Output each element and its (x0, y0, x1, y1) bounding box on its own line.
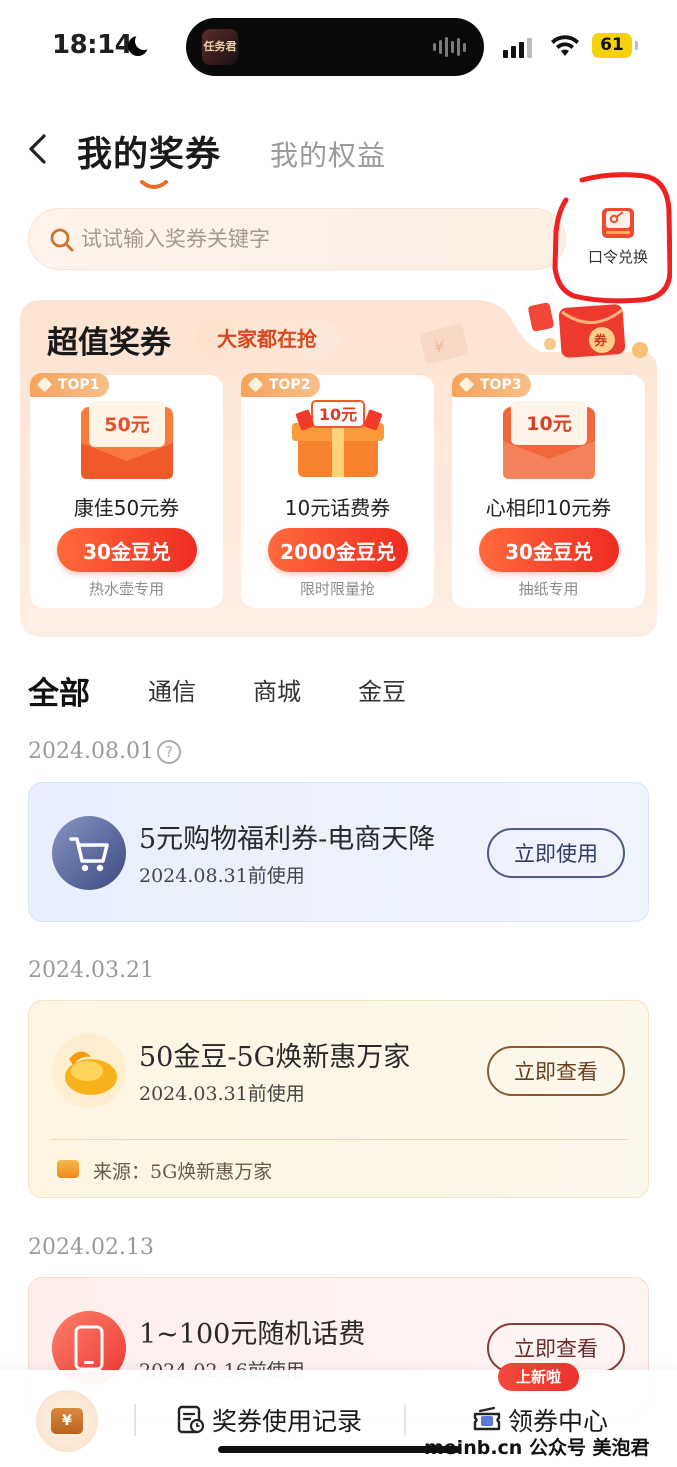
coupon-item[interactable]: 50金豆-5G焕新惠万家 2024.03.31前使用 立即查看 来源：5G焕新惠… (28, 1000, 649, 1198)
exchange-button[interactable]: 30金豆兑 (57, 528, 197, 572)
coupon-title: 1~100元随机话费 (139, 1319, 366, 1350)
exchange-button[interactable]: 30金豆兑 (479, 528, 619, 572)
divider (51, 1139, 628, 1140)
gold-bean-icon (52, 1034, 126, 1108)
exchange-button[interactable]: 2000金豆兑 (268, 528, 408, 572)
usage-history-button[interactable]: 奖券使用记录 (176, 1400, 362, 1440)
svg-text:券: 券 (593, 333, 608, 349)
shopping-cart-icon (52, 816, 126, 890)
battery-indicator: 61 (592, 33, 638, 58)
view-now-button[interactable]: 立即查看 (487, 1046, 625, 1096)
back-icon[interactable] (26, 133, 50, 165)
wallet-button[interactable]: ¥ (36, 1390, 98, 1452)
svg-text:50元: 50元 (104, 414, 149, 436)
coupon-center-icon (473, 1406, 501, 1431)
coupon-title: 5元购物福利券-电商天降 (139, 824, 436, 855)
filter-telecom[interactable]: 通信 (148, 672, 196, 707)
use-now-button[interactable]: 立即使用 (487, 828, 625, 878)
coupon-source: 来源：5G焕新惠万家 (93, 1161, 273, 1183)
tab-my-benefits[interactable]: 我的权益 (270, 134, 386, 174)
help-icon[interactable]: ? (157, 740, 181, 764)
coupon-envelope-icon: 50元 (81, 401, 173, 479)
coupon-card-top3[interactable]: TOP3 10元 心相印10元券 30金豆兑 抽纸专用 (452, 373, 645, 608)
annotation-circle (552, 172, 672, 304)
source-icon (57, 1160, 79, 1178)
svg-text:10元: 10元 (526, 413, 571, 435)
filter-mall[interactable]: 商城 (253, 672, 301, 707)
usage-history-label: 奖券使用记录 (212, 1407, 363, 1436)
coupon-date: 2024.08.01 (28, 739, 154, 764)
rank-tag: TOP3 (452, 373, 532, 397)
svg-text:10元: 10元 (319, 405, 357, 424)
dynamic-island: 任务君 (186, 18, 484, 76)
super-coupons-panel: ¥ 超值奖券 大家都在抢 券 TOP1 50元 康佳50元券 30金豆兑 热水壶… (20, 300, 657, 637)
coupon-date: 2024.03.21 (28, 958, 154, 983)
divider (404, 1404, 406, 1436)
filter-all[interactable]: 全部 (28, 668, 90, 713)
panel-badge: 大家都在抢 (195, 320, 339, 358)
wifi-icon (551, 35, 579, 56)
status-bar: 18:14 任务君 61 (0, 0, 677, 95)
moon-icon (128, 32, 153, 56)
panel-title: 超值奖券 (47, 325, 171, 361)
wallet-icon: ¥ (51, 1408, 83, 1434)
coupon-card-top2[interactable]: TOP2 10元 10元话费券 2000金豆兑 限时限量抢 (241, 373, 434, 608)
tab-active-indicator (140, 180, 168, 189)
app-thumbnail: 任务君 (202, 29, 238, 65)
coupon-card-note: 抽纸专用 (518, 580, 579, 598)
record-icon (177, 1405, 205, 1434)
rank-tag: TOP1 (30, 373, 110, 397)
coupon-card-name: 康佳50元券 (73, 496, 180, 520)
coupon-card-top1[interactable]: TOP1 50元 康佳50元券 30金豆兑 热水壶专用 (30, 373, 223, 608)
svg-text:¥: ¥ (434, 337, 444, 356)
filter-gold-beans[interactable]: 金豆 (358, 672, 406, 707)
coupon-expiry: 2024.03.31前使用 (139, 1083, 305, 1105)
cellular-signal-icon (503, 38, 532, 58)
search-input[interactable] (81, 209, 541, 269)
coupon-card-name: 10元话费券 (284, 496, 391, 520)
coupon-envelope-icon: 10元 (503, 401, 595, 479)
status-time: 18:14 (52, 30, 133, 60)
coupon-item[interactable]: 5元购物福利券-电商天降 2024.08.31前使用 立即使用 (28, 782, 649, 922)
watermark: meinb.cn 公众号 美泡君 (424, 1437, 650, 1459)
new-badge: 上新啦 (498, 1363, 580, 1391)
search-bar[interactable] (28, 208, 566, 270)
coupon-title: 50金豆-5G焕新惠万家 (139, 1042, 411, 1073)
red-packet-icon: 券 (528, 302, 648, 358)
coupon-date: 2024.02.13 (28, 1235, 154, 1260)
divider (134, 1404, 136, 1436)
coupon-card-name: 心相印10元券 (485, 496, 612, 520)
top-coupon-cards: TOP1 50元 康佳50元券 30金豆兑 热水壶专用 TOP2 10元 10元… (30, 373, 647, 608)
rank-tag: TOP2 (241, 373, 321, 397)
tab-my-coupons[interactable]: 我的奖券 (77, 126, 221, 177)
gift-box-icon: 10元 (292, 400, 384, 477)
search-icon (50, 228, 74, 252)
coupon-expiry: 2024.08.31前使用 (139, 865, 305, 887)
coupon-card-note: 限时限量抢 (299, 580, 375, 598)
audio-wave-icon (433, 37, 466, 57)
coupon-card-note: 热水壶专用 (88, 580, 164, 598)
